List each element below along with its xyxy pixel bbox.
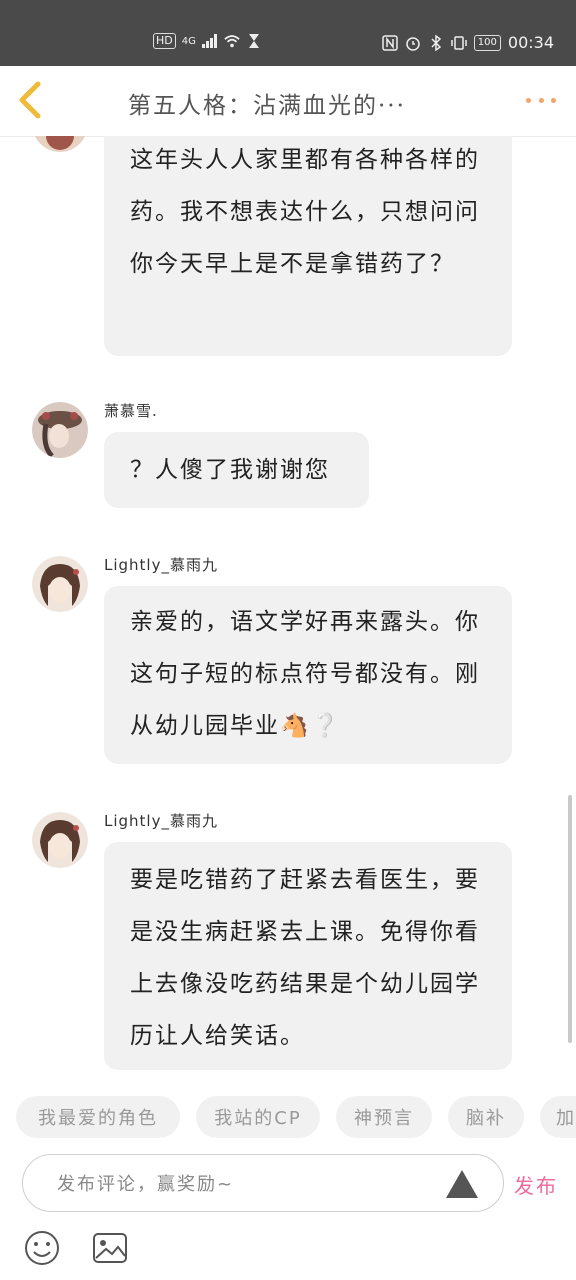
dot-icon	[551, 97, 556, 103]
comment-input[interactable]	[55, 1163, 439, 1205]
topic-tags-row[interactable]: 我最爱的角色 我站的CP 神预言 脑补 加	[0, 1092, 576, 1144]
battery-indicator: 100	[473, 34, 501, 51]
back-button[interactable]	[12, 80, 52, 120]
comment-feed[interactable]: 这年头人人家里都有各种各样的药。我不想表达什么，只想问问你今天早上是不是拿错药了…	[0, 136, 576, 1086]
status-left: HD 4G	[153, 33, 262, 49]
avatar[interactable]	[32, 556, 88, 612]
page-title: 第五人格：沾满血光的···	[128, 93, 406, 119]
chevron-left-icon	[19, 81, 41, 119]
comment-bubble: ？人傻了我谢谢您	[104, 432, 369, 508]
image-icon[interactable]	[92, 1232, 128, 1264]
bluetooth-icon	[428, 34, 444, 51]
avatar[interactable]	[32, 136, 88, 152]
scrollbar[interactable]	[568, 795, 572, 1043]
signal-icon	[201, 33, 218, 49]
topic-tag[interactable]: 我最爱的角色	[16, 1096, 180, 1138]
clock: 00:34	[507, 33, 554, 52]
hd-indicator: HD	[153, 33, 176, 49]
alarm-icon	[405, 35, 421, 51]
network-type: 4G	[181, 35, 196, 47]
title-bar: 第五人格：沾满血光的···	[0, 66, 576, 137]
comment-bubble: 要是吃错药了赶紧去看医生，要是没生病赶紧去上课。免得你看上去像没吃药结果是个幼儿…	[104, 842, 512, 1070]
publish-button[interactable]: 发布	[514, 1170, 558, 1199]
comment-username[interactable]: Lightly_慕雨九	[104, 810, 218, 831]
comment-username[interactable]: 萧慕雪.	[104, 400, 158, 421]
avatar[interactable]	[32, 812, 88, 868]
status-right: 100 00:34	[382, 33, 554, 52]
wifi-icon	[224, 33, 240, 49]
avatar[interactable]	[32, 402, 88, 458]
dot-icon	[526, 97, 531, 103]
more-options-button[interactable]	[526, 90, 556, 110]
send-icon[interactable]	[445, 1169, 479, 1199]
status-bar: HD 4G 100 00:34	[0, 0, 576, 66]
nfc-icon	[382, 34, 398, 51]
vibrate-icon	[451, 35, 467, 51]
comment-bubble: 亲爱的，语文学好再来露头。你这句子短的标点符号都没有。刚从幼儿园毕业🐴❔	[104, 586, 512, 764]
topic-tag[interactable]: 加	[540, 1096, 576, 1138]
topic-tag[interactable]: 神预言	[336, 1096, 432, 1138]
comment-username[interactable]: Lightly_慕雨九	[104, 554, 218, 575]
comment-composer	[22, 1154, 504, 1212]
topic-tag[interactable]: 脑补	[448, 1096, 524, 1138]
dot-icon	[538, 97, 544, 103]
emoji-icon[interactable]	[24, 1230, 60, 1266]
topic-tag[interactable]: 我站的CP	[196, 1096, 320, 1138]
composer-tools	[0, 1220, 576, 1280]
hourglass-icon	[246, 33, 262, 49]
comment-bubble: 这年头人人家里都有各种各样的药。我不想表达什么，只想问问你今天早上是不是拿错药了…	[104, 136, 512, 356]
